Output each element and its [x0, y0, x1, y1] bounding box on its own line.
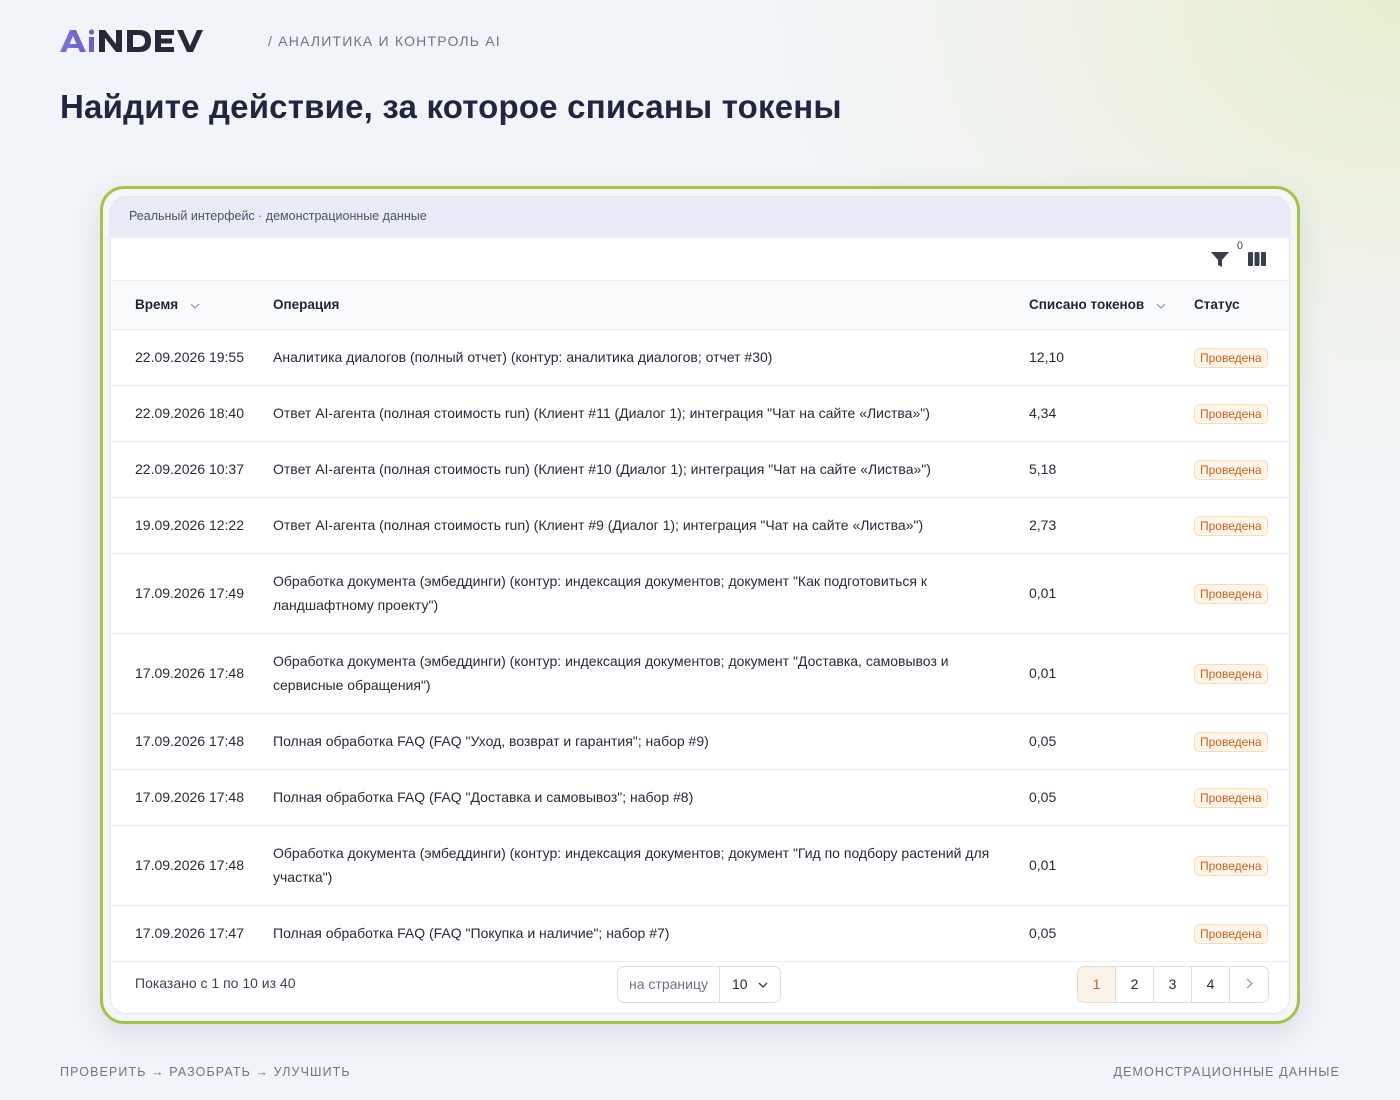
page-title: Найдите действие, за которое списаны ток… — [60, 88, 842, 125]
status-badge: Проведена — [1194, 348, 1268, 368]
cell-time: 22.09.2026 19:55 — [111, 329, 273, 386]
next-page-button[interactable] — [1230, 967, 1268, 1002]
column-header-status: Статус — [1194, 281, 1289, 330]
status-badge: Проведена — [1194, 516, 1268, 536]
status-badge: Проведена — [1194, 664, 1268, 684]
filter-count: 0 — [1236, 240, 1243, 252]
aindev-logo-icon — [60, 29, 203, 52]
cell-tokens: 0,05 — [1029, 713, 1194, 770]
pagination-bar: Показано с 1 по 10 из 40 на страницу 10 … — [111, 955, 1289, 1013]
column-header-operation: Операция — [273, 281, 1029, 330]
cell-time: 19.09.2026 12:22 — [111, 497, 273, 554]
table-row[interactable]: 17.09.2026 17:48 Обработка документа (эм… — [111, 825, 1289, 906]
status-badge: Проведена — [1194, 924, 1268, 944]
cell-time: 17.09.2026 17:48 — [111, 633, 273, 714]
logo — [60, 27, 240, 55]
demo-frame: Реальный интерфейс · демонстрационные да… — [100, 186, 1300, 1024]
cell-tokens: 0,01 — [1029, 553, 1194, 634]
cell-tokens: 12,10 — [1029, 329, 1194, 386]
cell-status: Проведена — [1194, 385, 1289, 442]
demo-banner: Реальный интерфейс · демонстрационные да… — [111, 197, 1289, 238]
cell-time: 17.09.2026 17:48 — [111, 769, 273, 826]
cell-operation: Аналитика диалогов (полный отчет) (конту… — [273, 329, 1029, 386]
page-button-1[interactable]: 1 — [1078, 967, 1116, 1002]
per-page-select[interactable]: 10 — [720, 967, 780, 1002]
transactions-table: Время Операция Списано токенов Статус 22… — [111, 281, 1289, 962]
shown-count: Показано с 1 по 10 из 40 — [135, 975, 296, 991]
cell-status: Проведена — [1194, 441, 1289, 498]
chevron-down-icon[interactable] — [190, 303, 200, 309]
cell-status: Проведена — [1194, 905, 1289, 962]
cell-tokens: 0,01 — [1029, 633, 1194, 714]
table-row[interactable]: 17.09.2026 17:48 Полная обработка FAQ (F… — [111, 769, 1289, 826]
cell-tokens: 5,18 — [1029, 441, 1194, 498]
demo-window: Реальный интерфейс · демонстрационные да… — [110, 196, 1290, 1014]
chevron-down-icon[interactable] — [1156, 303, 1166, 309]
cell-tokens: 4,34 — [1029, 385, 1194, 442]
cell-operation: Ответ AI-агента (полная стоимость run) (… — [273, 497, 1029, 554]
table-row[interactable]: 17.09.2026 17:48 Полная обработка FAQ (F… — [111, 713, 1289, 770]
footer-demo-note: Демонстрационные данные — [1113, 1065, 1340, 1079]
header: / Аналитика и контроль AI — [60, 26, 501, 56]
cell-tokens: 0,01 — [1029, 825, 1194, 906]
table-row[interactable]: 19.09.2026 12:22 Ответ AI-агента (полная… — [111, 497, 1289, 554]
table-row[interactable]: 17.09.2026 17:48 Обработка документа (эм… — [111, 633, 1289, 714]
cell-status: Проведена — [1194, 553, 1289, 634]
cell-time: 17.09.2026 17:49 — [111, 553, 273, 634]
cell-time: 22.09.2026 18:40 — [111, 385, 273, 442]
cell-status: Проведена — [1194, 497, 1289, 554]
table-row[interactable]: 22.09.2026 10:37 Ответ AI-агента (полная… — [111, 441, 1289, 498]
chevron-right-icon — [1246, 978, 1253, 989]
chevron-down-icon — [758, 982, 768, 988]
cell-time: 17.09.2026 17:48 — [111, 825, 273, 906]
table-row[interactable]: 17.09.2026 17:47 Полная обработка FAQ (F… — [111, 905, 1289, 962]
status-badge: Проведена — [1194, 788, 1268, 808]
status-badge: Проведена — [1194, 460, 1268, 480]
cell-status: Проведена — [1194, 633, 1289, 714]
cell-operation: Обработка документа (эмбеддинги) (контур… — [273, 825, 1029, 906]
per-page-label: на страницу — [618, 967, 720, 1002]
cell-tokens: 0,05 — [1029, 769, 1194, 826]
cell-status: Проведена — [1194, 329, 1289, 386]
table-toolbar: 0 — [111, 238, 1289, 281]
cell-operation: Обработка документа (эмбеддинги) (контур… — [273, 633, 1029, 714]
column-header-tokens[interactable]: Списано токенов — [1029, 281, 1194, 330]
cell-tokens: 0,05 — [1029, 905, 1194, 962]
cell-operation: Ответ AI-агента (полная стоимость run) (… — [273, 385, 1029, 442]
status-badge: Проведена — [1194, 584, 1268, 604]
status-badge: Проведена — [1194, 732, 1268, 752]
page-button-3[interactable]: 3 — [1154, 967, 1192, 1002]
cell-time: 22.09.2026 10:37 — [111, 441, 273, 498]
cell-time: 17.09.2026 17:47 — [111, 905, 273, 962]
status-badge: Проведена — [1194, 856, 1268, 876]
cell-operation: Полная обработка FAQ (FAQ "Покупка и нал… — [273, 905, 1029, 962]
cell-status: Проведена — [1194, 713, 1289, 770]
table-row[interactable]: 22.09.2026 19:55 Аналитика диалогов (пол… — [111, 329, 1289, 386]
pagination: 1 2 3 4 — [1077, 966, 1269, 1003]
page-button-2[interactable]: 2 — [1116, 967, 1154, 1002]
cell-time: 17.09.2026 17:48 — [111, 713, 273, 770]
per-page-control: на страницу 10 — [617, 966, 781, 1003]
cell-operation: Полная обработка FAQ (FAQ "Доставка и са… — [273, 769, 1029, 826]
filter-icon[interactable] — [1209, 248, 1231, 270]
table-row[interactable]: 22.09.2026 18:40 Ответ AI-агента (полная… — [111, 385, 1289, 442]
cell-operation: Полная обработка FAQ (FAQ "Уход, возврат… — [273, 713, 1029, 770]
column-header-time[interactable]: Время — [111, 281, 273, 330]
page-button-4[interactable]: 4 — [1192, 967, 1230, 1002]
cell-status: Проведена — [1194, 769, 1289, 826]
columns-icon[interactable] — [1247, 250, 1267, 268]
cell-tokens: 2,73 — [1029, 497, 1194, 554]
status-badge: Проведена — [1194, 404, 1268, 424]
per-page-value: 10 — [731, 976, 748, 992]
cell-status: Проведена — [1194, 825, 1289, 906]
table-row[interactable]: 17.09.2026 17:49 Обработка документа (эм… — [111, 553, 1289, 634]
tagline: / Аналитика и контроль AI — [268, 33, 501, 49]
footer-steps: Проверить → Разобрать → Улучшить — [60, 1065, 351, 1079]
cell-operation: Обработка документа (эмбеддинги) (контур… — [273, 553, 1029, 634]
cell-operation: Ответ AI-агента (полная стоимость run) (… — [273, 441, 1029, 498]
